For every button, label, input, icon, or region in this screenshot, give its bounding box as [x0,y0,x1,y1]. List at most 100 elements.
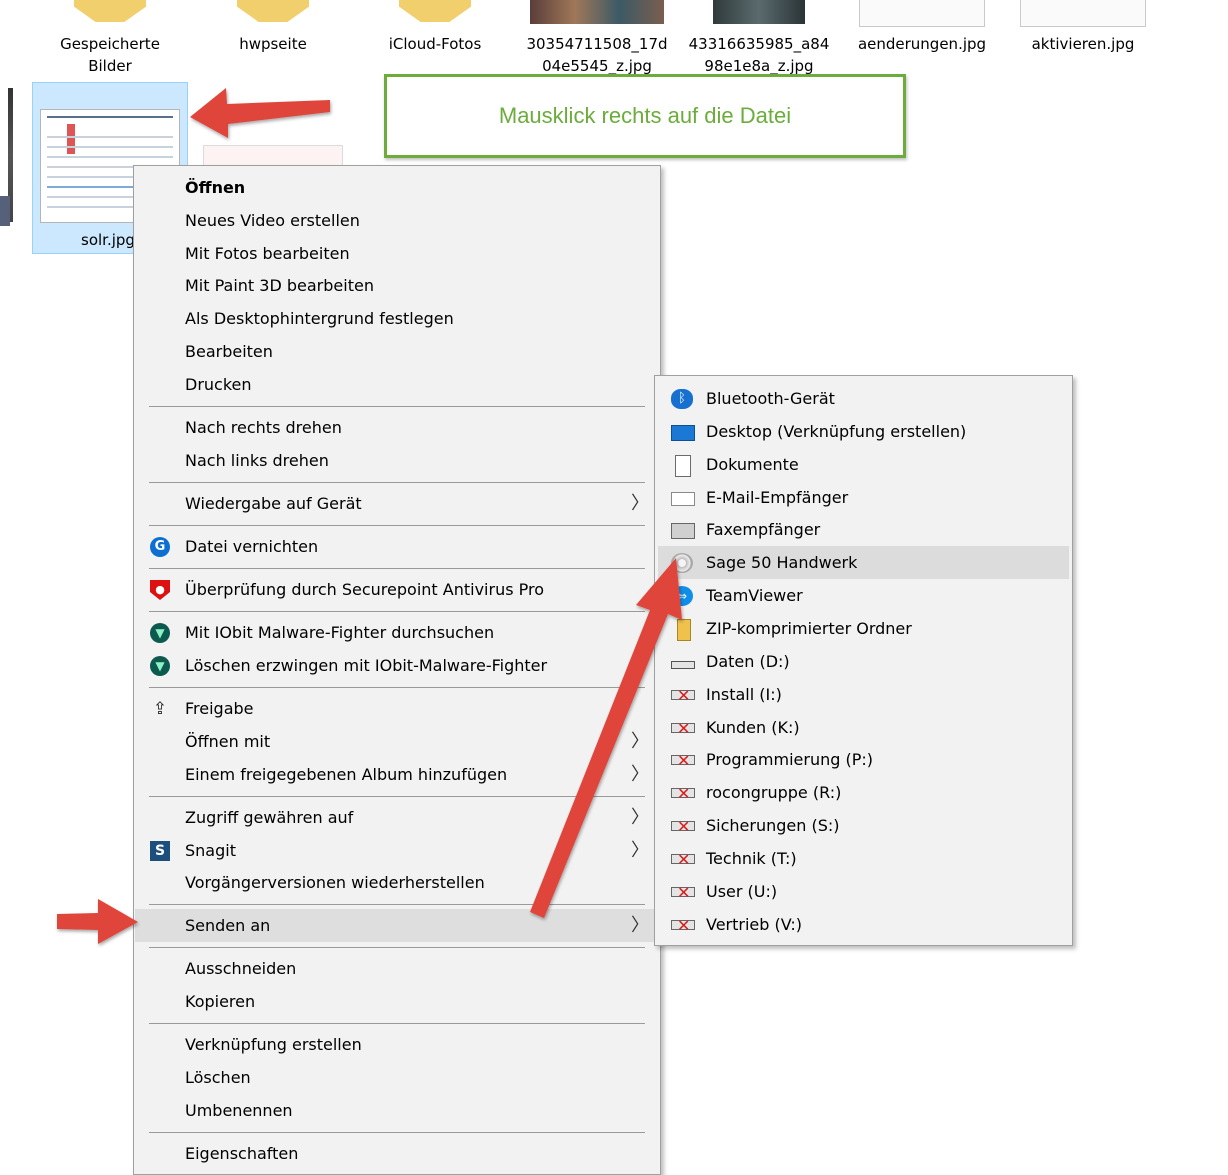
send-to-bluetooth[interactable]: ᛒ Bluetooth-Gerät [658,382,1069,415]
submenu-item-label: Desktop (Verknüpfung erstellen) [706,422,967,441]
menu-item-share[interactable]: ⇪ Freigabe [135,692,659,725]
menu-item-give-access-to[interactable]: Zugriff gewähren auf 〉 [135,801,659,834]
shredder-icon: G [150,537,170,557]
iobit-shield-icon: ▼ [150,656,170,676]
menu-separator [149,947,645,948]
send-to-submenu: ᛒ Bluetooth-Gerät Desktop (Verknüpfung er… [654,375,1073,946]
zip-folder-icon [677,619,691,641]
menu-item-add-to-shared-album[interactable]: Einem freigegebenen Album hinzufügen 〉 [135,758,659,791]
fax-icon [671,523,695,539]
menu-item-rotate-right[interactable]: Nach rechts drehen [135,411,659,444]
desktop-icon [671,425,695,441]
drive-icon [671,661,695,669]
disconnected-network-drive-icon [671,688,695,704]
arrow-to-send-to [57,899,138,944]
menu-item-delete[interactable]: Löschen [135,1061,659,1094]
menu-item-label: Löschen erzwingen mit IObit-Malware-Figh… [185,656,548,675]
submenu-item-label: Vertrieb (V:) [706,915,803,934]
menu-separator [149,525,645,526]
image-thumbnail [530,0,664,24]
submenu-item-label: User (U:) [706,882,778,901]
submenu-item-label: Install (I:) [706,685,782,704]
menu-item-label: Mit Paint 3D bearbeiten [185,276,374,295]
menu-item-rotate-left[interactable]: Nach links drehen [135,444,659,477]
thumbnail-detail [47,116,173,118]
securepoint-shield-icon: ● [150,580,170,600]
menu-item-create-shortcut[interactable]: Verknüpfung erstellen [135,1028,659,1061]
annotation-text: Mausklick rechts auf die Datei [498,103,792,128]
menu-item-label: Freigabe [185,699,254,718]
submenu-item-label: Technik (T:) [706,849,797,868]
send-to-drive-p[interactable]: Programmierung (P:) [658,743,1069,776]
menu-item-label: Einem freigegebenen Album hinzufügen [185,765,508,784]
submenu-item-label: Sicherungen (S:) [706,816,840,835]
menu-item-iobit-scan[interactable]: ▼ Mit IObit Malware-Fighter durchsuchen [135,616,659,649]
disconnected-network-drive-icon [671,918,695,934]
send-to-sage-50[interactable]: Sage 50 Handwerk [658,546,1069,579]
disconnected-network-drive-icon [671,753,695,769]
disconnected-network-drive-icon [671,786,695,802]
menu-item-label: Mit Fotos bearbeiten [185,244,350,263]
menu-separator [149,1132,645,1133]
menu-item-set-wallpaper[interactable]: Als Desktophintergrund festlegen [135,302,659,335]
menu-item-iobit-force-delete[interactable]: ▼ Löschen erzwingen mit IObit-Malware-Fig… [135,649,659,682]
menu-item-label: Als Desktophintergrund festlegen [185,309,454,328]
send-to-drive-v[interactable]: Vertrieb (V:) [658,908,1069,941]
send-to-drive-i[interactable]: Install (I:) [658,678,1069,711]
submenu-item-label: ZIP-komprimierter Ordner [706,619,912,638]
menu-item-edit-with-photos[interactable]: Mit Fotos bearbeiten [135,237,659,270]
menu-item-label: Nach rechts drehen [185,418,342,437]
file-label: aktivieren.jpg [1031,35,1135,53]
menu-item-label: Drucken [185,375,252,394]
menu-item-securepoint-scan[interactable]: ● Überprüfung durch Securepoint Antivirus… [135,573,659,606]
send-to-teamviewer[interactable]: ⇔ TeamViewer [658,579,1069,612]
send-to-drive-t[interactable]: Technik (T:) [658,842,1069,875]
menu-separator [149,406,645,407]
send-to-mail[interactable]: E-Mail-Empfänger [658,481,1069,514]
menu-item-label: Umbenennen [185,1101,293,1120]
share-icon: ⇪ [152,699,168,719]
menu-item-open[interactable]: Öffnen [135,171,659,204]
menu-item-edit-with-paint3d[interactable]: Mit Paint 3D bearbeiten [135,269,659,302]
send-to-drive-d[interactable]: Daten (D:) [658,645,1069,678]
menu-item-copy[interactable]: Kopieren [135,985,659,1018]
context-menu: Öffnen Neues Video erstellen Mit Fotos b… [133,165,661,1175]
documents-icon [675,455,691,477]
send-to-drive-u[interactable]: User (U:) [658,875,1069,908]
menu-item-send-to[interactable]: Senden an 〉 [135,909,659,942]
menu-item-edit[interactable]: Bearbeiten [135,335,659,368]
pdf-thumbnail[interactable] [203,145,343,166]
menu-separator [149,796,645,797]
menu-item-cast-to-device[interactable]: Wiedergabe auf Gerät 〉 [135,487,659,520]
snagit-icon: S [150,841,170,861]
menu-item-properties[interactable]: Eigenschaften [135,1137,659,1170]
annotation-box: Mausklick rechts auf die Datei [384,74,906,158]
send-to-drive-s[interactable]: Sicherungen (S:) [658,809,1069,842]
menu-separator [149,611,645,612]
menu-item-label: Snagit [185,841,236,860]
submenu-item-label: rocongruppe (R:) [706,783,842,802]
menu-separator [149,687,645,688]
menu-item-restore-previous-versions[interactable]: Vorgängerversionen wiederherstellen [135,866,659,899]
send-to-drive-k[interactable]: Kunden (K:) [658,711,1069,744]
send-to-fax[interactable]: Faxempfänger [658,513,1069,546]
chevron-right-icon: 〉 [631,807,649,828]
send-to-drive-r[interactable]: rocongruppe (R:) [658,776,1069,809]
submenu-item-label: Bluetooth-Gerät [706,389,835,408]
send-to-zip[interactable]: ZIP-komprimierter Ordner [658,612,1069,645]
send-to-documents[interactable]: Dokumente [658,448,1069,481]
chevron-right-icon: 〉 [631,493,649,514]
menu-item-label: Vorgängerversionen wiederherstellen [185,873,485,892]
menu-item-label: Überprüfung durch Securepoint Antivirus … [185,580,545,599]
menu-item-open-with[interactable]: Öffnen mit 〉 [135,725,659,758]
menu-item-print[interactable]: Drucken [135,368,659,401]
menu-item-shred-file[interactable]: G Datei vernichten [135,530,659,563]
menu-item-rename[interactable]: Umbenennen [135,1094,659,1127]
file-label: 30354711508_17d 04e5545_z.jpg [526,35,668,75]
send-to-desktop[interactable]: Desktop (Verknüpfung erstellen) [658,415,1069,448]
menu-item-new-video[interactable]: Neues Video erstellen [135,204,659,237]
menu-item-cut[interactable]: Ausschneiden [135,952,659,985]
menu-item-snagit[interactable]: S Snagit 〉 [135,834,659,867]
submenu-item-label: TeamViewer [706,586,803,605]
bluetooth-icon: ᛒ [671,389,693,409]
